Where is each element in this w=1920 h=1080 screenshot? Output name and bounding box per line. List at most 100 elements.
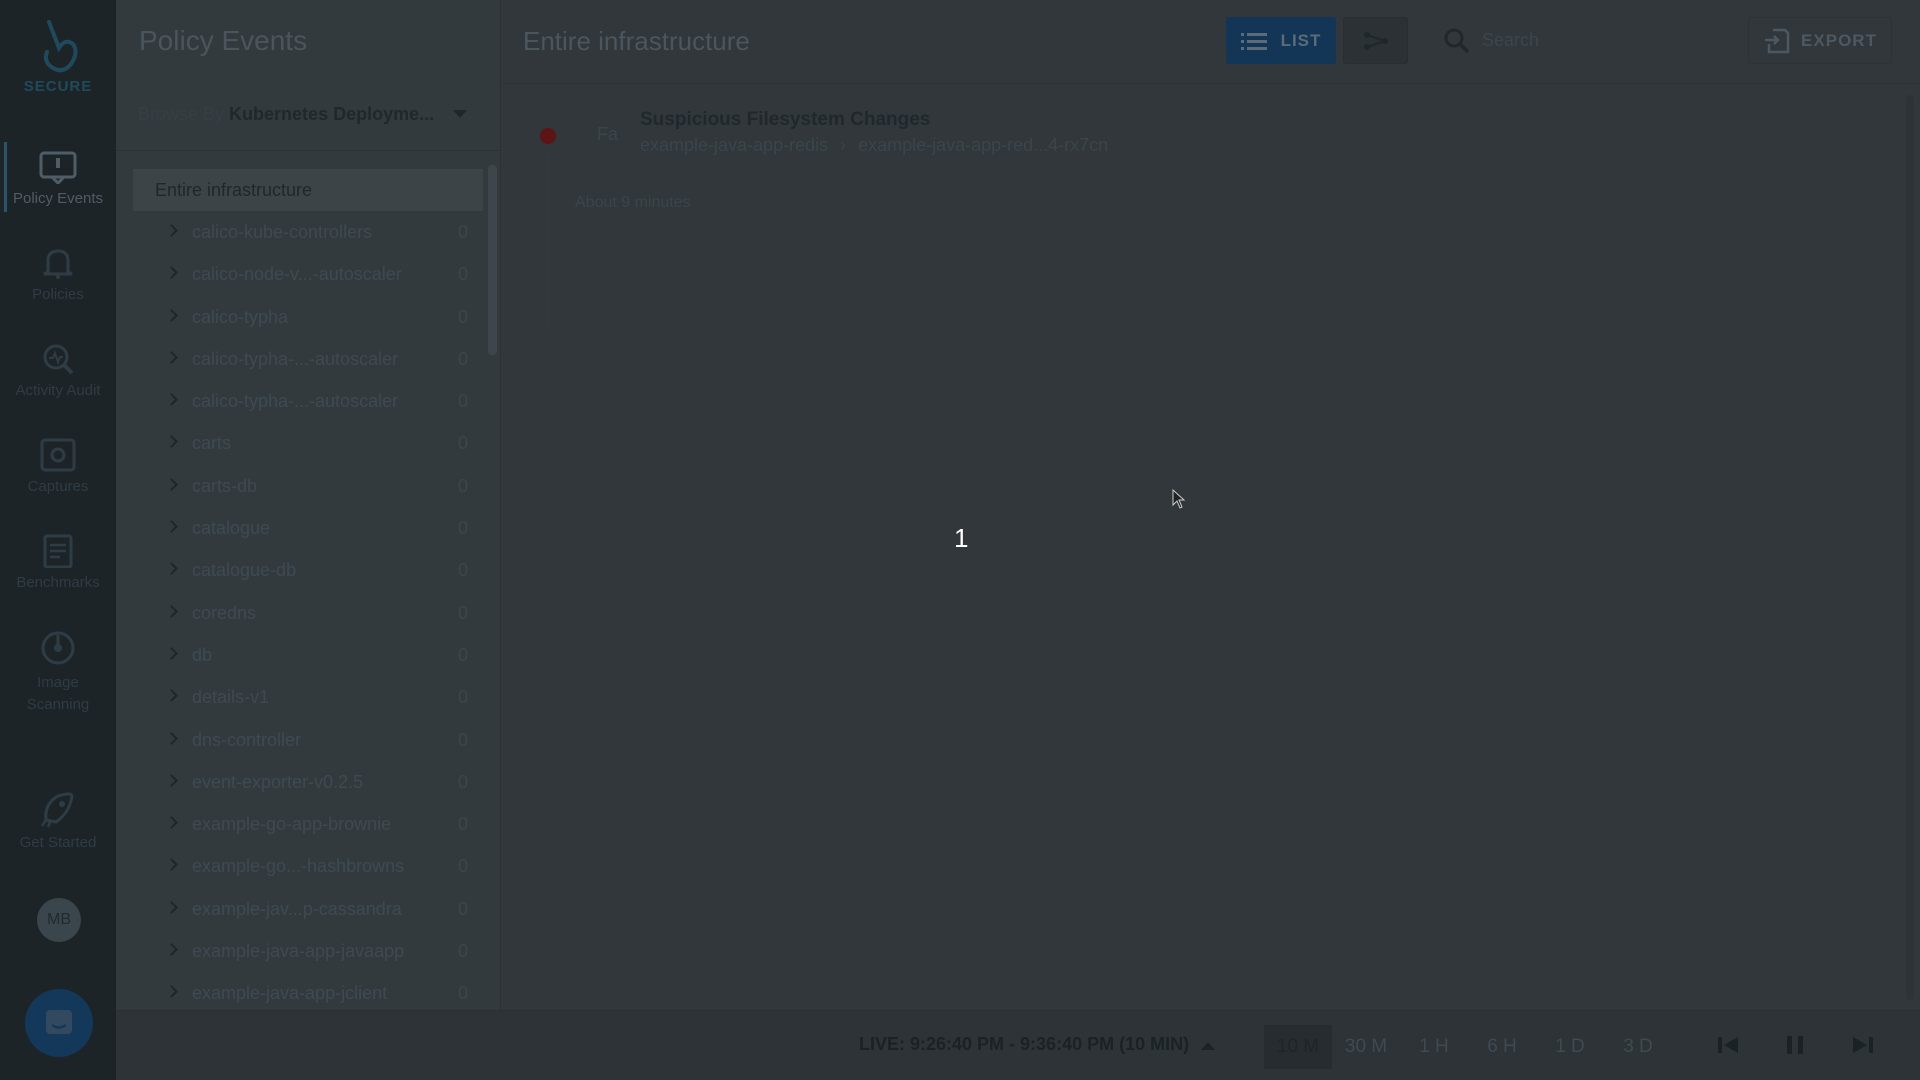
chevron-right-icon[interactable]: [165, 731, 178, 745]
chevron-right-icon[interactable]: [165, 689, 178, 703]
nav-item-activity-audit[interactable]: Activity Audit: [0, 342, 116, 399]
live-time-range[interactable]: LIVE: 9:26:40 PM - 9:36:40 PM (10 MIN): [859, 1034, 1189, 1055]
chevron-right-icon[interactable]: [165, 393, 178, 407]
tree-item-label: db: [192, 644, 213, 665]
search-input[interactable]: [1482, 22, 1712, 58]
chevron-right-icon[interactable]: [165, 943, 178, 956]
tree-item[interactable]: coredns 0: [133, 592, 483, 634]
tree-item-label: details-v1: [192, 687, 270, 708]
chevron-right-icon[interactable]: [165, 858, 178, 872]
chevron-right-icon[interactable]: [165, 351, 178, 364]
range-10m-button[interactable]: 10 M: [1264, 1025, 1332, 1069]
chevron-right-icon[interactable]: [165, 773, 178, 787]
tree-item[interactable]: catalogue-db 0: [133, 549, 483, 591]
secure-logo-text: SECURE: [23, 78, 93, 95]
range-3d-button[interactable]: 3 D: [1604, 1025, 1672, 1069]
tree-item-count: 0: [457, 771, 468, 792]
tree-item-count: 0: [457, 560, 468, 581]
tree-item[interactable]: example-java-app-javaapp 0: [133, 930, 483, 972]
nav-item-label: Activity Audit: [15, 382, 101, 399]
tree-item[interactable]: dns-controller 0: [133, 719, 483, 761]
nav-item-image-scanning[interactable]: Image Scanning: [0, 630, 116, 716]
tree-item[interactable]: carts-db 0: [133, 465, 483, 507]
tree-item[interactable]: calico-typha-...-autoscaler 0: [133, 380, 483, 422]
chevron-right-icon[interactable]: [165, 900, 178, 914]
nav-item-label: Benchmarks: [16, 574, 100, 591]
tree-item[interactable]: example-go-app-brownie 0: [133, 803, 483, 845]
chevron-right-icon[interactable]: [165, 816, 178, 830]
browse-by-dropdown[interactable]: Browse By Kubernetes Deployme...: [138, 104, 478, 125]
range-30m-button[interactable]: 30 M: [1332, 1025, 1400, 1069]
range-1d-button[interactable]: 1 D: [1536, 1025, 1604, 1069]
range-1h-button[interactable]: 1 H: [1400, 1025, 1468, 1069]
tree-item[interactable]: calico-kube-controllers 0: [133, 211, 483, 253]
nav-item-policies[interactable]: Policies: [0, 246, 116, 303]
browse-by-label: Browse By: [138, 104, 225, 124]
chevron-right-icon[interactable]: [165, 308, 178, 322]
tree-item[interactable]: catalogue 0: [133, 507, 483, 549]
pause-icon[interactable]: [1783, 1033, 1807, 1057]
chevron-down-icon[interactable]: [453, 110, 467, 118]
chevron-right-icon[interactable]: [165, 604, 178, 618]
graph-view-button[interactable]: [1343, 17, 1408, 64]
nav-item-benchmarks[interactable]: Benchmarks: [0, 534, 116, 591]
chevron-right-icon[interactable]: [165, 647, 178, 660]
nav-item-get-started[interactable]: Get Started: [0, 790, 116, 851]
nav-item-captures[interactable]: Captures: [0, 438, 116, 495]
tree-item[interactable]: db 0: [133, 634, 483, 676]
tree-scrollbar-thumb[interactable]: [488, 165, 497, 355]
chevron-right-icon[interactable]: [165, 477, 178, 491]
tree-item-count: 0: [457, 983, 468, 1004]
chevron-up-icon[interactable]: [1201, 1042, 1215, 1050]
tree-item[interactable]: calico-typha 0: [133, 296, 483, 338]
tree-item[interactable]: event-exporter-v0.2.5 0: [133, 761, 483, 803]
list-view-button[interactable]: LIST: [1226, 17, 1336, 64]
tree-item-count: 0: [457, 729, 468, 750]
tree-root-entire-infrastructure[interactable]: Entire infrastructure: [133, 169, 483, 211]
nav-item-label: Policy Events: [12, 190, 104, 207]
skip-forward-icon[interactable]: [1851, 1033, 1875, 1057]
tree-item-count: 0: [457, 898, 468, 919]
event-type-abbr: Fa: [597, 124, 619, 144]
tree-item[interactable]: details-v1 0: [133, 676, 483, 718]
avatar[interactable]: MB: [37, 898, 81, 942]
bell-icon: [43, 249, 73, 279]
chat-button[interactable]: [25, 989, 93, 1057]
chevron-right-icon[interactable]: [165, 266, 178, 280]
scan-icon: [41, 631, 75, 665]
event-title[interactable]: Suspicious Filesystem Changes: [640, 109, 930, 131]
tree-item[interactable]: calico-node-v...-autoscaler 0: [133, 253, 483, 295]
mouse-cursor-icon: [1172, 489, 1186, 509]
severity-high-dot: [540, 128, 556, 144]
tree-item[interactable]: carts 0: [133, 422, 483, 464]
nav-item-policy-events[interactable]: Policy Events: [0, 142, 116, 212]
event-scope-from[interactable]: example-java-app-redis: [640, 135, 828, 155]
secure-logo-icon: [43, 20, 78, 73]
export-button[interactable]: EXPORT: [1748, 17, 1892, 64]
chevron-right-icon[interactable]: [165, 224, 178, 237]
search-activity-icon: [43, 344, 74, 375]
secure-logo[interactable]: SECURE: [0, 18, 116, 95]
tree-item-count: 0: [457, 433, 468, 454]
policy-events-icon: [39, 151, 77, 184]
tree-item-label: catalogue: [192, 518, 271, 539]
range-6h-button[interactable]: 6 H: [1468, 1025, 1536, 1069]
top-bar: Entire infrastructure LIST EXPORT: [502, 0, 1920, 84]
search-icon: [1444, 28, 1470, 54]
chevron-right-icon[interactable]: [165, 562, 178, 576]
tree-item[interactable]: example-go...-hashbrowns 0: [133, 845, 483, 887]
skip-back-icon[interactable]: [1716, 1033, 1740, 1057]
tree-item[interactable]: example-java-app-jclient 0: [133, 972, 483, 1014]
tree-item[interactable]: example-jav...p-cassandra 0: [133, 888, 483, 930]
events-scrollbar-thumb[interactable]: [1906, 95, 1914, 1000]
tree-item[interactable]: calico-typha-...-autoscaler 0: [133, 338, 483, 380]
graph-icon: [1363, 31, 1388, 50]
chevron-right-icon[interactable]: [165, 520, 178, 533]
chevron-right-icon[interactable]: [165, 435, 178, 449]
panel-title: Policy Events: [139, 25, 308, 56]
tree-item-label: event-exporter-v0.2.5: [192, 771, 364, 792]
tree-item-label: example-jav...p-cassandra: [192, 898, 402, 919]
event-scope-to[interactable]: example-java-app-red...4-rx7cn: [858, 135, 1108, 155]
left-nav: SECURE Policy Events Policies Activity A…: [0, 0, 116, 1080]
chevron-right-icon[interactable]: [165, 985, 178, 999]
